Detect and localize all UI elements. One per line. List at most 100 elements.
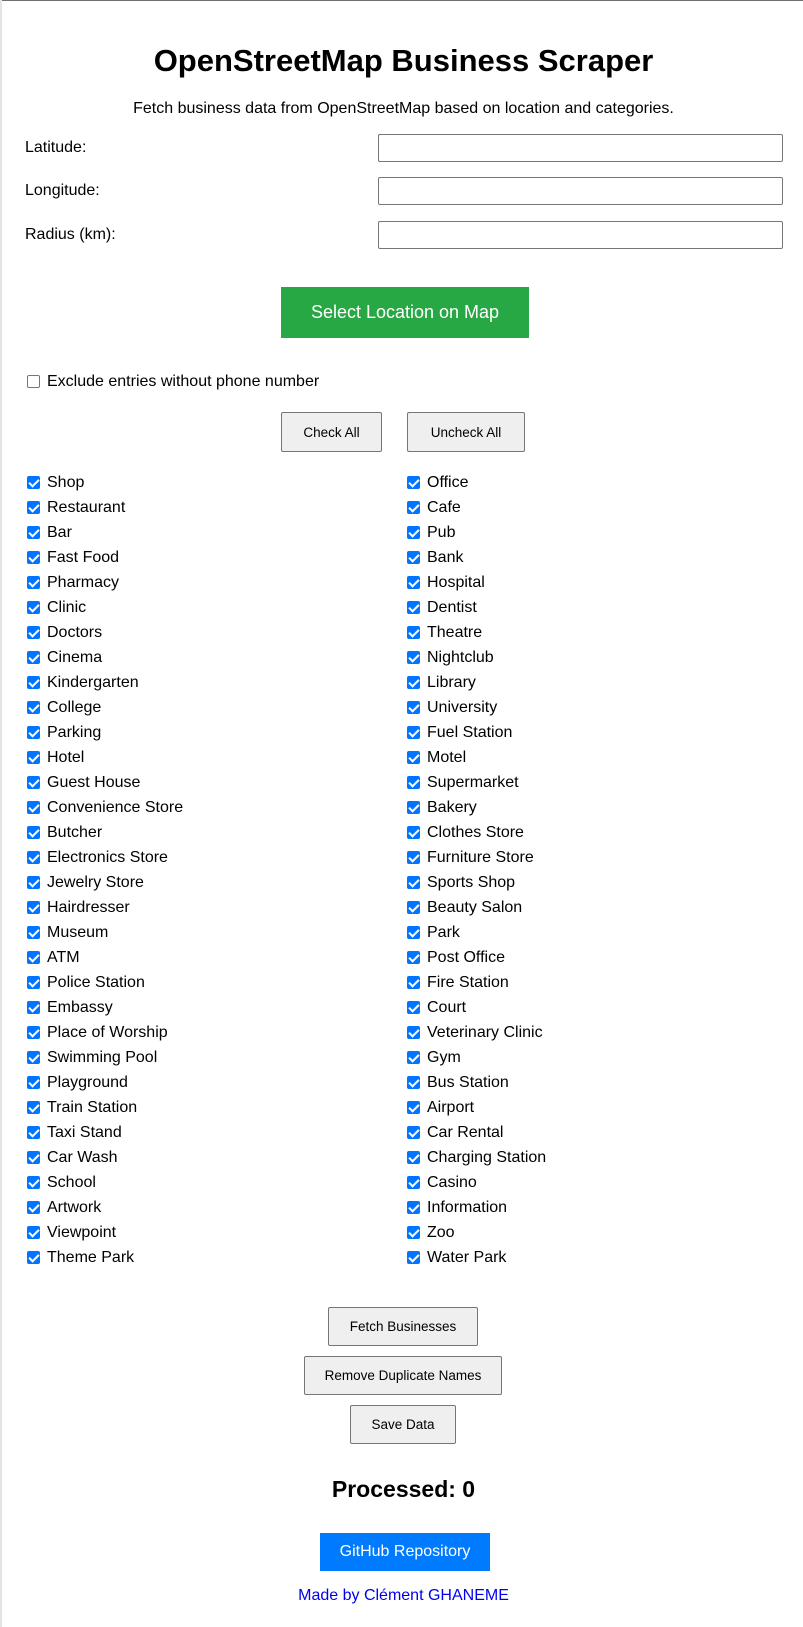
category-checkbox[interactable] <box>407 526 420 539</box>
category-checkbox[interactable] <box>27 951 40 964</box>
category-label[interactable]: Beauty Salon <box>427 898 522 918</box>
category-checkbox[interactable] <box>407 651 420 664</box>
category-label[interactable]: Water Park <box>427 1248 506 1268</box>
category-label[interactable]: Bar <box>47 523 72 543</box>
category-checkbox[interactable] <box>407 1201 420 1214</box>
category-label[interactable]: Jewelry Store <box>47 873 144 893</box>
category-checkbox[interactable] <box>407 1176 420 1189</box>
category-checkbox[interactable] <box>407 726 420 739</box>
category-checkbox[interactable] <box>407 1251 420 1264</box>
category-checkbox[interactable] <box>27 1251 40 1264</box>
category-checkbox[interactable] <box>407 1151 420 1164</box>
category-checkbox[interactable] <box>27 676 40 689</box>
category-label[interactable]: Pub <box>427 523 455 543</box>
category-checkbox[interactable] <box>27 1151 40 1164</box>
radius-input[interactable] <box>378 221 783 249</box>
category-checkbox[interactable] <box>407 826 420 839</box>
category-checkbox[interactable] <box>27 1126 40 1139</box>
category-checkbox[interactable] <box>27 901 40 914</box>
category-label[interactable]: Hotel <box>47 748 84 768</box>
category-label[interactable]: Artwork <box>47 1198 101 1218</box>
category-label[interactable]: Shop <box>47 473 84 493</box>
category-label[interactable]: College <box>47 698 101 718</box>
category-checkbox[interactable] <box>27 551 40 564</box>
category-checkbox[interactable] <box>27 701 40 714</box>
category-label[interactable]: Bakery <box>427 798 477 818</box>
exclude-no-phone-checkbox[interactable] <box>27 375 40 388</box>
category-checkbox[interactable] <box>27 626 40 639</box>
category-checkbox[interactable] <box>407 1126 420 1139</box>
category-label[interactable]: Parking <box>47 723 101 743</box>
category-label[interactable]: Fuel Station <box>427 723 512 743</box>
category-checkbox[interactable] <box>27 1201 40 1214</box>
category-checkbox[interactable] <box>27 926 40 939</box>
category-checkbox[interactable] <box>407 601 420 614</box>
category-checkbox[interactable] <box>27 476 40 489</box>
category-checkbox[interactable] <box>27 526 40 539</box>
category-checkbox[interactable] <box>27 651 40 664</box>
category-checkbox[interactable] <box>27 1076 40 1089</box>
category-checkbox[interactable] <box>27 751 40 764</box>
category-checkbox[interactable] <box>407 901 420 914</box>
category-label[interactable]: Cinema <box>47 648 102 668</box>
category-label[interactable]: School <box>47 1173 96 1193</box>
category-checkbox[interactable] <box>407 776 420 789</box>
category-checkbox[interactable] <box>27 1101 40 1114</box>
category-checkbox[interactable] <box>407 926 420 939</box>
category-label[interactable]: Car Rental <box>427 1123 503 1143</box>
category-label[interactable]: Electronics Store <box>47 848 168 868</box>
category-checkbox[interactable] <box>27 851 40 864</box>
category-checkbox[interactable] <box>407 851 420 864</box>
category-checkbox[interactable] <box>407 951 420 964</box>
category-label[interactable]: Playground <box>47 1073 128 1093</box>
category-label[interactable]: University <box>427 698 497 718</box>
category-checkbox[interactable] <box>407 1226 420 1239</box>
category-label[interactable]: Guest House <box>47 773 140 793</box>
category-checkbox[interactable] <box>27 776 40 789</box>
category-label[interactable]: Veterinary Clinic <box>427 1023 543 1043</box>
category-label[interactable]: Hospital <box>427 573 485 593</box>
longitude-input[interactable] <box>378 177 783 205</box>
category-label[interactable]: Train Station <box>47 1098 137 1118</box>
save-data-button[interactable]: Save Data <box>350 1405 456 1444</box>
category-label[interactable]: Place of Worship <box>47 1023 168 1043</box>
category-checkbox[interactable] <box>407 1001 420 1014</box>
category-checkbox[interactable] <box>27 826 40 839</box>
category-label[interactable]: Dentist <box>427 598 477 618</box>
uncheck-all-button[interactable]: Uncheck All <box>407 412 525 452</box>
category-checkbox[interactable] <box>27 1026 40 1039</box>
category-label[interactable]: Nightclub <box>427 648 494 668</box>
category-label[interactable]: Motel <box>427 748 466 768</box>
category-label[interactable]: Clinic <box>47 598 86 618</box>
category-label[interactable]: Bank <box>427 548 463 568</box>
category-label[interactable]: Bus Station <box>427 1073 509 1093</box>
category-label[interactable]: Office <box>427 473 469 493</box>
select-location-on-map-button[interactable]: Select Location on Map <box>281 287 529 338</box>
category-checkbox[interactable] <box>407 501 420 514</box>
category-checkbox[interactable] <box>27 1051 40 1064</box>
category-checkbox[interactable] <box>407 551 420 564</box>
category-checkbox[interactable] <box>407 801 420 814</box>
latitude-input[interactable] <box>378 134 783 162</box>
category-checkbox[interactable] <box>407 976 420 989</box>
category-checkbox[interactable] <box>407 626 420 639</box>
category-checkbox[interactable] <box>27 1176 40 1189</box>
category-label[interactable]: Supermarket <box>427 773 519 793</box>
category-label[interactable]: Furniture Store <box>427 848 534 868</box>
category-label[interactable]: Restaurant <box>47 498 125 518</box>
category-label[interactable]: Casino <box>427 1173 477 1193</box>
category-label[interactable]: Convenience Store <box>47 798 183 818</box>
category-checkbox[interactable] <box>407 1076 420 1089</box>
category-checkbox[interactable] <box>407 1026 420 1039</box>
category-label[interactable]: Pharmacy <box>47 573 119 593</box>
category-label[interactable]: Fire Station <box>427 973 509 993</box>
category-label[interactable]: Post Office <box>427 948 505 968</box>
category-label[interactable]: Car Wash <box>47 1148 118 1168</box>
category-label[interactable]: Zoo <box>427 1223 455 1243</box>
author-credit-link[interactable]: Made by Clément GHANEME <box>2 1586 803 1606</box>
category-checkbox[interactable] <box>407 751 420 764</box>
category-checkbox[interactable] <box>27 1226 40 1239</box>
category-label[interactable]: Charging Station <box>427 1148 546 1168</box>
category-checkbox[interactable] <box>27 976 40 989</box>
category-label[interactable]: Doctors <box>47 623 102 643</box>
